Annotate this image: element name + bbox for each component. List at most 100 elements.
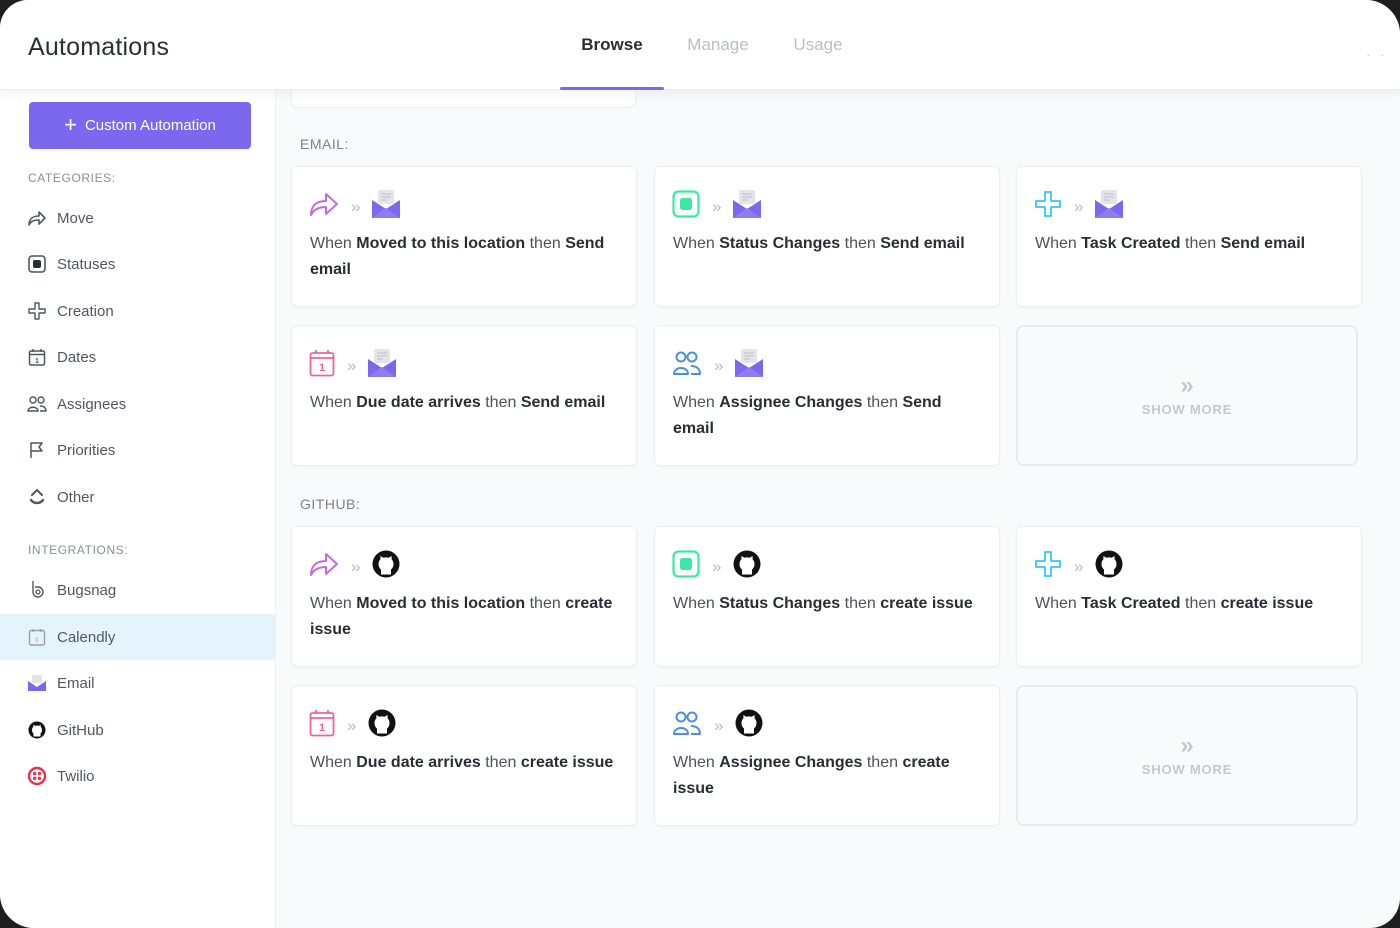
automation-card[interactable]: 1» When Due date arrives then Send email [291, 325, 637, 466]
card-description: When Status Changes then Send email [673, 231, 985, 257]
then-text: then [1185, 595, 1217, 612]
tab-usage[interactable]: Usage [772, 0, 864, 90]
trigger-text: Due date arrives [356, 754, 481, 771]
sidebar-item-label: GitHub [57, 721, 104, 739]
move-arrow-icon [27, 208, 47, 228]
svg-text:1: 1 [319, 722, 325, 734]
chevron-right-double-icon: » [1180, 372, 1194, 399]
trigger-text: Status Changes [719, 235, 841, 252]
svg-text:1: 1 [35, 358, 39, 365]
sidebar-item-label: Email [57, 674, 95, 692]
automation-card[interactable]: » When Status Changes then create issue [654, 526, 1000, 667]
overflow-dots-icon[interactable]: · · [1367, 50, 1388, 61]
github-icon [27, 720, 47, 740]
sidebar-item-label: Dates [57, 348, 97, 366]
trigger-text: Assignee Changes [719, 754, 863, 771]
sidebar-item-dates[interactable]: 1 Dates [0, 334, 276, 380]
then-text: then [529, 595, 561, 612]
sidebar-item-calendly[interactable]: c Calendly [0, 614, 276, 660]
group-heading: GITHUB: [300, 496, 361, 512]
automation-card[interactable]: » When Moved to this location then Send e… [291, 166, 637, 307]
chevron-right-double-icon: » [347, 715, 357, 735]
action-text: create issue [520, 754, 614, 771]
email-icon [732, 189, 762, 224]
automations-window: Automations Browse Manage Usage · · + Cu… [0, 0, 1400, 928]
sidebar-item-label: Creation [57, 302, 114, 320]
chevron-right-double-icon: » [1074, 196, 1084, 216]
svg-text:1: 1 [319, 362, 325, 374]
sidebar-item-move[interactable]: Move [0, 195, 276, 241]
sidebar-item-assignees[interactable]: Assignees [0, 381, 276, 427]
email-icon [1094, 189, 1124, 224]
calendar-icon: 1 [27, 347, 47, 367]
sidebar-item-label: Twilio [57, 767, 95, 785]
card-icons: » [672, 549, 762, 584]
chevron-right-double-icon: » [1074, 556, 1084, 576]
sidebar-item-creation[interactable]: Creation [0, 288, 276, 334]
chevron-right-double-icon: » [351, 196, 361, 216]
github-icon [367, 708, 397, 743]
tab-browse[interactable]: Browse [560, 0, 664, 90]
then-text: then [529, 235, 561, 252]
when-text: When [1035, 595, 1077, 612]
sidebar-item-label: Assignees [57, 395, 127, 413]
trigger-text: Due date arrives [356, 394, 481, 411]
status-square-icon [27, 254, 47, 274]
sidebar-item-statuses[interactable]: Statuses [0, 241, 276, 287]
move-arrow-icon [309, 551, 339, 582]
automation-card[interactable]: » When Status Changes then Send email [654, 166, 1000, 307]
users-icon [672, 710, 702, 741]
bugsnag-icon [27, 580, 47, 600]
automation-card[interactable]: » When Task Created then Send email [1016, 166, 1362, 307]
show-more-label: SHOW MORE [1141, 402, 1233, 417]
card-icons: » [309, 550, 401, 582]
card-icons: » [309, 189, 401, 224]
sidebar-item-priorities[interactable]: Priorities [0, 427, 276, 473]
show-more-button[interactable]: » SHOW MORE [1016, 325, 1358, 466]
sidebar-item-bugsnag[interactable]: Bugsnag [0, 567, 276, 613]
chevron-right-double-icon: » [714, 715, 724, 735]
sidebar-item-twilio[interactable]: Twilio [0, 753, 276, 799]
trigger-text: Task Created [1081, 235, 1181, 252]
when-text: When [310, 595, 352, 612]
then-text: then [866, 754, 898, 771]
flag-icon [27, 440, 47, 460]
card-icons: 1» [309, 348, 397, 380]
automation-card[interactable]: » When Assignee Changes then create issue [654, 685, 1000, 826]
chevron-right-double-icon: » [1180, 732, 1194, 759]
card-description: When Assignee Changes then create issue [673, 750, 985, 802]
card-icons: » [1034, 189, 1124, 224]
automation-card[interactable]: 1 » When Due date arrives then create issu… [291, 685, 637, 826]
sidebar-item-github[interactable]: GitHub [0, 707, 276, 753]
card-description: When Due date arrives then Send email [310, 390, 622, 416]
sidebar-item-other[interactable]: Other [0, 474, 276, 520]
github-icon [732, 549, 762, 584]
sidebar-item-label: Calendly [57, 628, 116, 646]
when-text: When [673, 235, 715, 252]
automation-card[interactable]: » When Task Created then create issue [1016, 526, 1362, 667]
header: Automations Browse Manage Usage · · [0, 0, 1400, 90]
card-icons: » [672, 348, 764, 380]
when-text: When [673, 595, 715, 612]
automation-card[interactable]: » When Moved to this location then create… [291, 526, 637, 667]
trigger-text: Status Changes [719, 595, 841, 612]
automation-card[interactable]: » When Assignee Changes then Send email [654, 325, 1000, 466]
show-more-label: SHOW MORE [1141, 762, 1233, 777]
github-icon [734, 708, 764, 743]
sidebar-item-label: Bugsnag [57, 581, 117, 599]
custom-automation-button[interactable]: + Custom Automation [29, 102, 251, 149]
when-text: When [673, 394, 715, 411]
when-text: When [673, 754, 715, 771]
sidebar-item-label: Statuses [57, 255, 116, 273]
sidebar-item-email[interactable]: Email [0, 660, 276, 706]
email-icon [27, 673, 47, 693]
card-description: When Task Created then create issue [1035, 591, 1347, 617]
email-icon [371, 189, 401, 224]
show-more-button[interactable]: » SHOW MORE [1016, 685, 1358, 826]
card-description: When Moved to this location then Send em… [310, 231, 622, 283]
other-chevrons-icon [27, 487, 47, 507]
svg-text:c: c [35, 637, 39, 644]
tab-manage[interactable]: Manage [664, 0, 772, 90]
card-description: When Due date arrives then create issue [310, 750, 622, 776]
move-arrow-icon [309, 191, 339, 222]
